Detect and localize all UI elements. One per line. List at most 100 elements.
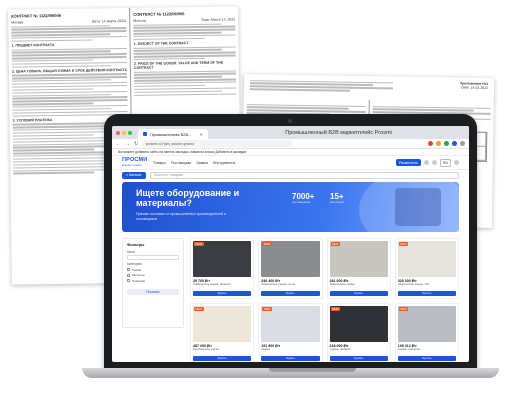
language-selector[interactable]: RU: [439, 158, 451, 167]
section-heading-en: 1. SUBJECT OF THE CONTRACT: [133, 41, 189, 46]
browser-window: Промышленная B2B... ✕ Промышленный B2B м…: [112, 126, 469, 362]
hero-decoration: [395, 188, 441, 226]
catalog-content: Фильтры Цена Категория Химия Металлы Пла…: [112, 232, 469, 362]
browser-tab[interactable]: Промышленная B2B... ✕: [138, 129, 208, 139]
close-tab-icon[interactable]: ✕: [200, 132, 203, 137]
product-image[interactable]: [329, 306, 388, 342]
promo-composition: КОНТРАКТ № 1122/09/006 Москва Дата: 14 м…: [0, 0, 507, 403]
camera-icon: [288, 119, 292, 123]
cart-icon[interactable]: [431, 160, 437, 165]
buy-button[interactable]: Купить: [261, 291, 320, 296]
filter-option-label: Химия: [132, 267, 142, 272]
product-name[interactable]: Сырьё: [261, 348, 319, 355]
filter-label: Цена: [127, 250, 135, 254]
stat-label: поставщиков: [292, 200, 311, 204]
product-name[interactable]: Химическое сырьё, уголь: [261, 283, 319, 290]
filter-option[interactable]: Химия: [127, 268, 179, 272]
product-name[interactable]: Химическое сырьё: [330, 283, 388, 290]
product-card[interactable]: NEW 246 400 ₽/т Химическое сырьё, уголь Куп…: [258, 238, 323, 299]
contract-title-ru: КОНТРАКТ № 1122/09/006: [11, 12, 61, 19]
extension-icon[interactable]: [428, 141, 433, 146]
buy-button[interactable]: Купить: [329, 356, 388, 361]
product-name[interactable]: Сырьё, порошок: [398, 348, 456, 355]
buy-button[interactable]: Купить: [329, 291, 388, 296]
site-header: ПРОСМИ маркетплейс Товары Поставщики Зая…: [112, 156, 469, 170]
laptop: Промышленная B2B... ✕ Промышленный B2B м…: [82, 114, 499, 389]
product-badge: NEW: [330, 307, 341, 311]
close-window-icon[interactable]: [116, 130, 120, 135]
filter-option[interactable]: Пластики: [127, 279, 179, 283]
favorites-icon[interactable]: [423, 160, 429, 165]
apply-filters-button[interactable]: Показать: [127, 288, 179, 295]
product-image[interactable]: [261, 306, 320, 342]
hero-banner[interactable]: Ищете оборудование и материалы? Прямые п…: [122, 182, 459, 232]
user-avatar-icon[interactable]: [454, 160, 459, 165]
buy-button[interactable]: Купить: [397, 356, 456, 361]
price-input[interactable]: [127, 255, 179, 260]
product-image[interactable]: [397, 241, 456, 277]
product-image[interactable]: [329, 241, 388, 277]
contract-city-en: Moscow: [133, 18, 147, 23]
buy-button[interactable]: Купить: [397, 291, 456, 296]
browser-tab-label: Промышленная B2B...: [150, 131, 192, 137]
forward-icon[interactable]: →: [125, 141, 130, 147]
checkbox-icon[interactable]: [127, 273, 130, 277]
extension-icon[interactable]: [436, 141, 441, 146]
menu-item[interactable]: Заявки: [196, 161, 208, 165]
product-card[interactable]: NEW 191 900 ₽/т Сырьё Купить: [258, 303, 323, 362]
browser-toolbar: ← → ↻ prosmi.ru/?utm_source=promo: [112, 139, 469, 149]
site-logo[interactable]: ПРОСМИ маркетплейс: [122, 156, 148, 168]
product-badge: NEW: [398, 307, 409, 311]
product-badge: NEW: [330, 242, 341, 246]
filter-label: Категория: [127, 262, 142, 266]
product-card[interactable]: NEW 195 412 ₽/т Сырьё, порошок Купить: [394, 303, 459, 362]
product-image[interactable]: [193, 306, 252, 342]
logo-subtext: маркетплейс: [122, 162, 143, 167]
laptop-lid: Промышленная B2B... ✕ Промышленный B2B м…: [104, 114, 477, 370]
address-bar[interactable]: prosmi.ru/?utm_source=promo: [142, 140, 293, 147]
reload-icon[interactable]: ↻: [134, 141, 138, 147]
minimize-window-icon[interactable]: [122, 130, 126, 135]
product-name[interactable]: Сырьё, пигмент: [330, 348, 388, 355]
product-card[interactable]: NEW 39 700 ₽/т Химическое сырьё, пигмент Ку…: [190, 238, 255, 299]
profile-icon[interactable]: [460, 141, 465, 146]
logo-text: ПРОСМИ: [122, 156, 148, 163]
product-badge: NEW: [194, 307, 204, 311]
stat-label: категорий: [330, 200, 344, 204]
section-heading-ru: 1. ПРЕДМЕТ КОНТРАКТА: [11, 42, 55, 48]
hero-subtitle: Прямые поставки от промышленных производ…: [136, 212, 226, 221]
product-card[interactable]: NEW 487 200 ₽/т Полимерное сырьё Купить: [190, 303, 255, 362]
appendix-date: Date: 14.03.2022: [461, 85, 489, 90]
product-name[interactable]: Химическое сырьё, пигмент: [193, 283, 251, 290]
product-image[interactable]: [193, 241, 252, 277]
browser-tabbar: Промышленная B2B... ✕ Промышленный B2B м…: [112, 126, 469, 139]
catalog-button[interactable]: ≡ Каталог: [122, 171, 146, 179]
main-menu: Товары Поставщики Заявки Инструменты: [153, 161, 235, 165]
product-name[interactable]: Полимерное сырьё: [193, 348, 251, 355]
post-button[interactable]: Разместить: [396, 159, 421, 166]
product-image[interactable]: [397, 306, 456, 342]
hero-stat: 7000+ поставщиков: [292, 192, 328, 205]
filter-option[interactable]: Металлы: [127, 273, 179, 277]
product-card[interactable]: NEW 218 000 ₽/т Сырьё, пигмент Купить: [326, 303, 391, 362]
search-input[interactable]: Поиск по товарам: [149, 171, 459, 179]
extension-icon[interactable]: [444, 141, 449, 146]
site-favicon-icon: [143, 132, 147, 136]
checkbox-icon[interactable]: [127, 268, 130, 271]
extension-icon[interactable]: [452, 141, 457, 146]
menu-item[interactable]: Товары: [153, 161, 165, 165]
product-name[interactable]: Химическое сырьё, ТМ: [398, 283, 456, 290]
product-image[interactable]: [261, 241, 320, 277]
menu-item[interactable]: Поставщики: [171, 161, 191, 165]
product-card[interactable]: NEW 281 600 ₽/т Химическое сырьё Купить: [326, 238, 391, 299]
buy-button[interactable]: Купить: [193, 291, 252, 296]
menu-item[interactable]: Инструменты: [213, 161, 235, 165]
product-card[interactable]: NEW 325 000 ₽/т Химическое сырьё, ТМ Купить: [394, 238, 459, 299]
maximize-window-icon[interactable]: [128, 130, 132, 135]
buy-button[interactable]: Купить: [193, 356, 252, 361]
back-icon[interactable]: ←: [116, 141, 121, 147]
contract-city-ru: Москва: [11, 20, 24, 25]
buy-button[interactable]: Купить: [261, 356, 320, 361]
contract-date-ru: Дата: 14 марта 2022г: [92, 18, 127, 24]
checkbox-icon[interactable]: [127, 279, 130, 282]
